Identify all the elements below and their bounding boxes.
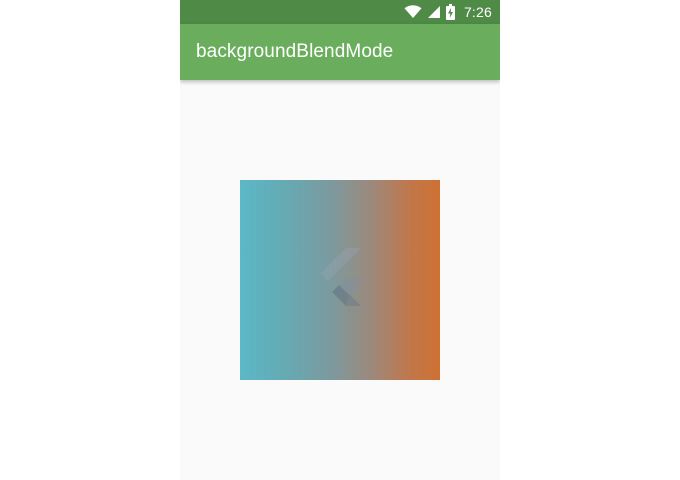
status-icons: 7:26 — [404, 0, 492, 24]
phone-screen: 7:26 backgroundBlendMode — [180, 0, 500, 480]
app-bar: backgroundBlendMode — [180, 24, 500, 80]
blend-mode-demo-box — [240, 180, 440, 380]
app-bar-title: backgroundBlendMode — [196, 41, 394, 62]
battery-charging-icon — [445, 4, 455, 20]
status-bar: 7:26 — [180, 0, 500, 24]
wifi-icon — [404, 5, 422, 19]
cell-signal-icon — [427, 5, 441, 19]
status-time: 7:26 — [463, 4, 492, 20]
flutter-logo-icon — [320, 248, 361, 306]
